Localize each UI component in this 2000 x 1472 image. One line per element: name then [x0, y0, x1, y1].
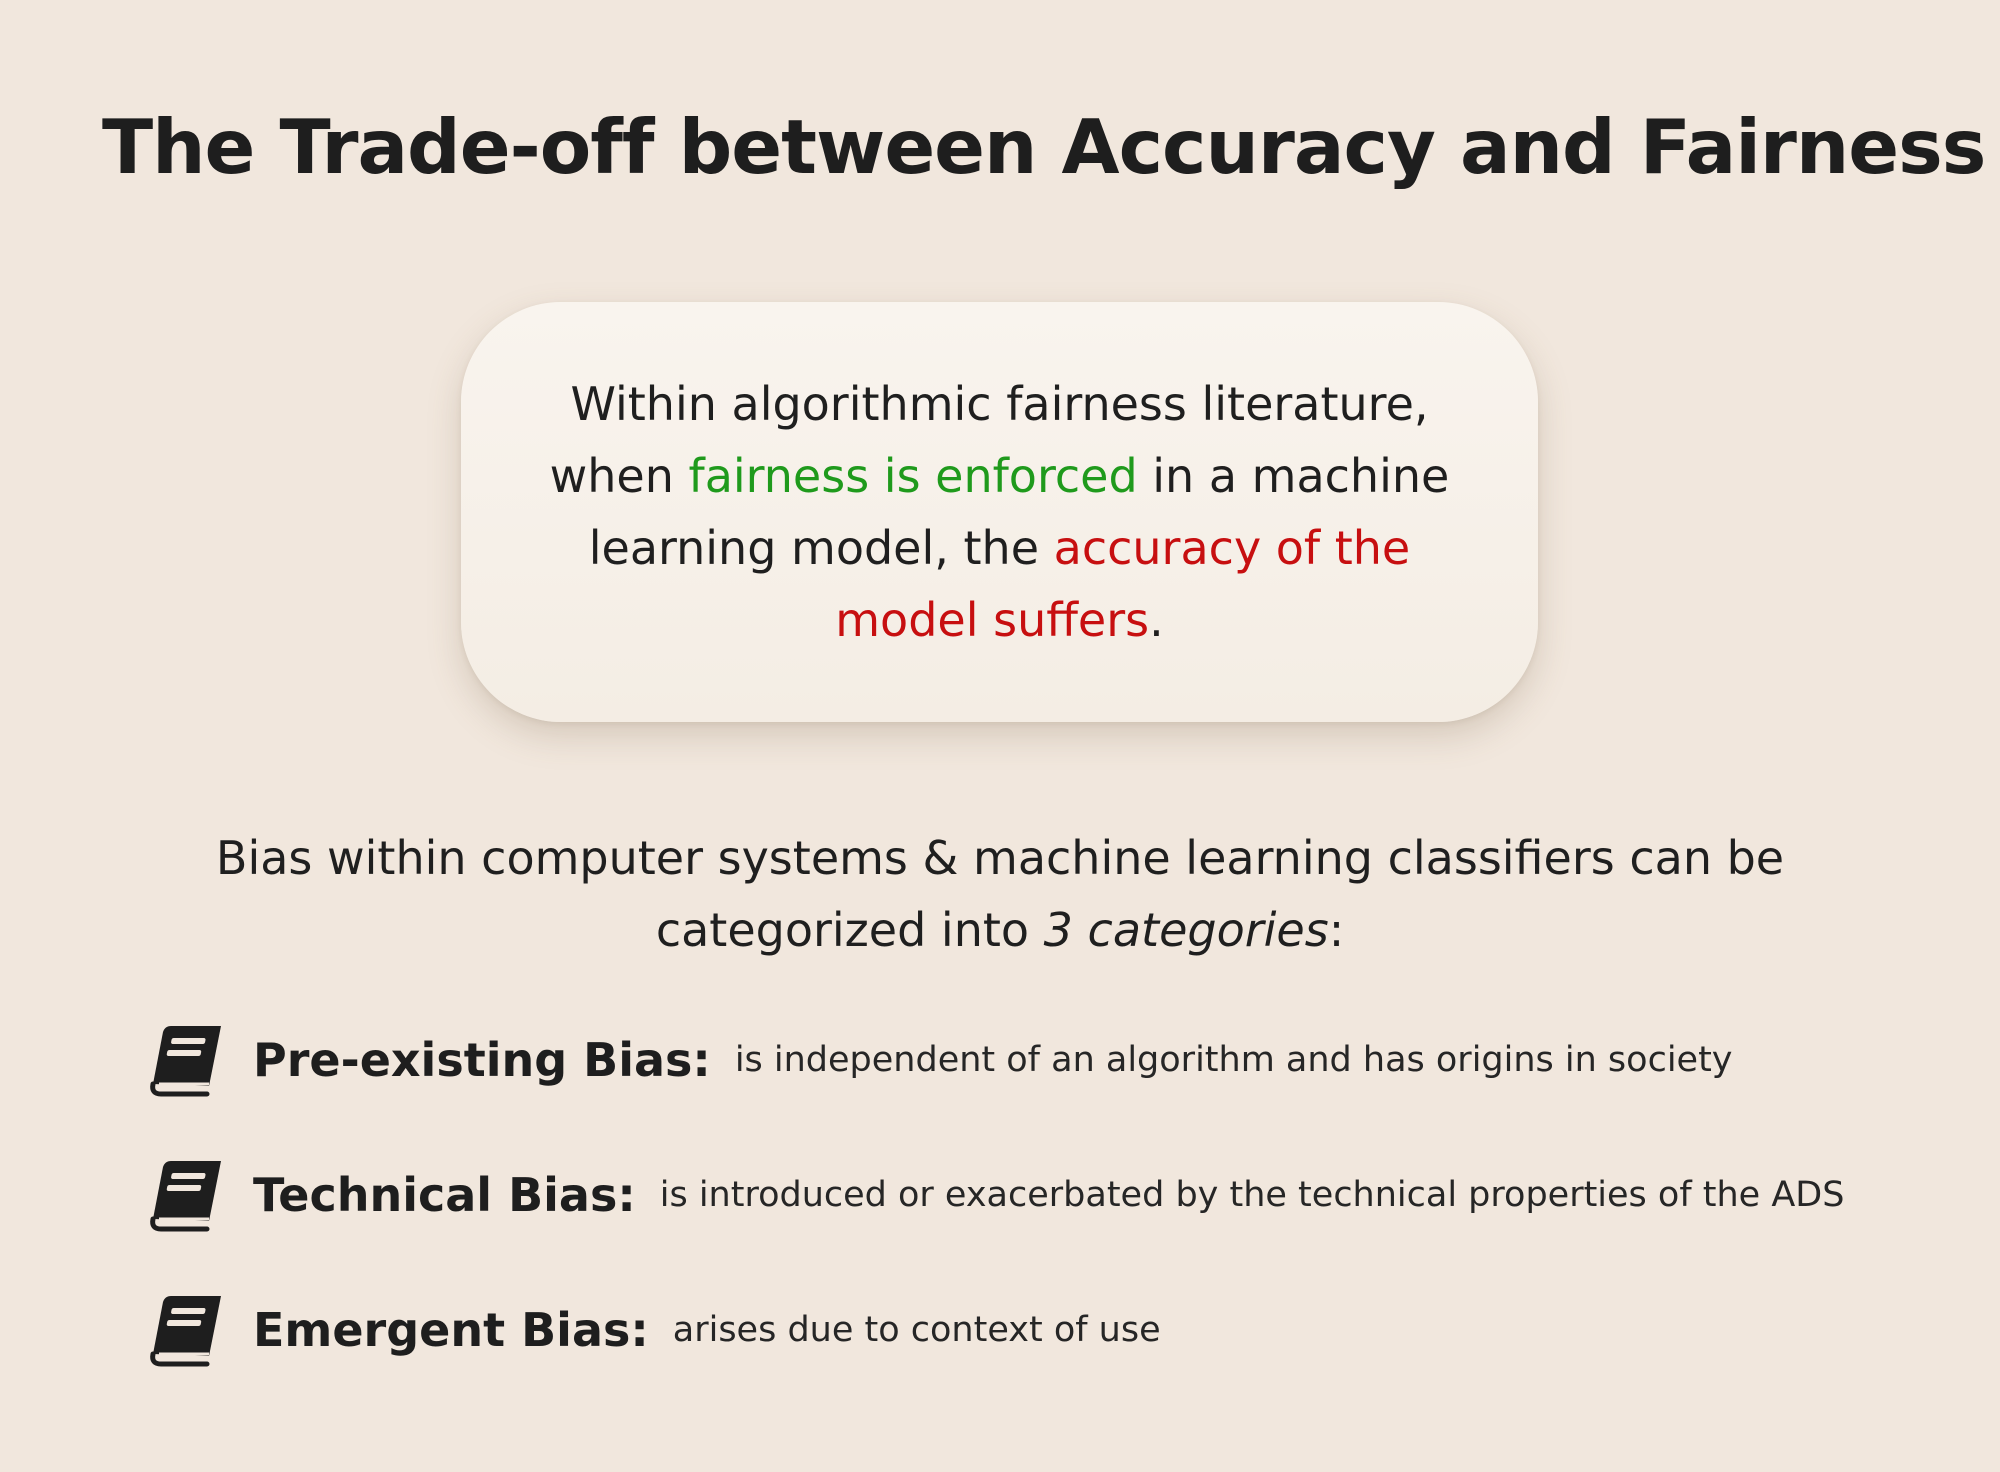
bias-name: Pre-existing Bias:: [253, 1033, 711, 1087]
fairness-highlight: fairness is enforced: [688, 449, 1138, 503]
bias-description: is independent of an algorithm and has o…: [734, 1040, 1733, 1080]
bias-name: Emergent Bias:: [253, 1303, 649, 1357]
intro-before: Bias within computer systems & machine l…: [215, 831, 1785, 957]
book-icon: [150, 1296, 221, 1367]
bias-list: Pre-existing Bias: is independent of an …: [145, 1020, 1965, 1425]
page-title: The Trade-off between Accuracy and Fairn…: [102, 103, 1986, 191]
bias-name: Technical Bias:: [253, 1168, 636, 1222]
book-icon: [150, 1161, 221, 1232]
intro-after: :: [1328, 903, 1345, 957]
bias-description: is introduced or exacerbated by the tech…: [659, 1175, 1845, 1215]
intro-emphasis: 3 categories: [1043, 903, 1329, 957]
quote-card: Within algorithmic fairness literature, …: [461, 302, 1538, 722]
quote-text: Within algorithmic fairness literature, …: [511, 368, 1488, 656]
bias-description: arises due to context of use: [672, 1310, 1161, 1350]
bias-item-technical: Technical Bias: is introduced or exacerb…: [145, 1155, 1965, 1235]
book-icon: [150, 1026, 221, 1097]
quote-part-3: .: [1149, 593, 1164, 647]
intro-text: Bias within computer systems & machine l…: [120, 822, 1880, 966]
bias-item-emergent: Emergent Bias: arises due to context of …: [145, 1290, 1965, 1370]
bias-item-pre-existing: Pre-existing Bias: is independent of an …: [145, 1020, 1965, 1100]
